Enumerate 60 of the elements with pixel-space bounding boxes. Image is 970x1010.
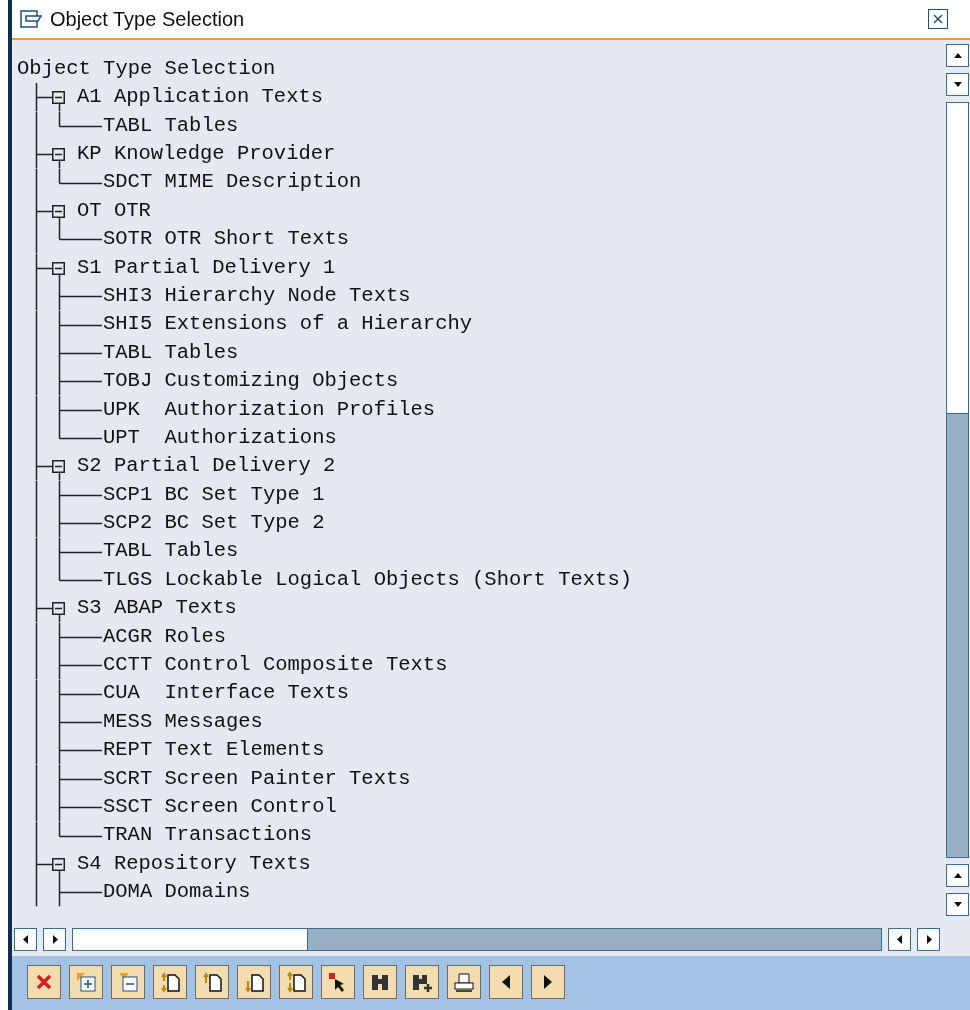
tree-node[interactable]: KP Knowledge Provider [77,139,336,170]
tree-leaf[interactable]: SCP2 BC Set Type 2 [103,508,325,539]
vertical-scrollbar[interactable] [946,102,969,858]
tree-node[interactable]: S3 ABAP Texts [77,593,237,624]
tree-leaf[interactable]: ACGR Roles [103,621,227,653]
scroll-left-button[interactable] [888,927,911,951]
select-button[interactable] [321,965,355,999]
close-icon [932,13,944,25]
collapse-icon[interactable] [52,857,65,871]
scroll-down-button[interactable] [946,893,969,916]
expand-icon [75,971,97,993]
scroll-right-button[interactable] [43,927,66,951]
find-button[interactable] [363,965,397,999]
sort-button[interactable] [153,965,187,999]
cancel-button[interactable] [27,965,61,999]
collapse-button[interactable] [111,965,145,999]
collapse-icon[interactable] [52,148,65,162]
right-arrow-icon [542,973,554,991]
page-arrow-icon [201,971,223,993]
tree-leaf[interactable]: SCRT Screen Painter Texts [103,763,411,795]
left-arrow-icon [500,973,512,991]
scroll-left-button[interactable] [14,927,37,951]
window-title: Object Type Selection [50,7,245,32]
collapse-icon[interactable] [52,602,65,616]
previous-button[interactable] [489,965,523,999]
printer-icon [453,971,475,993]
tree-leaf[interactable]: CCTT Control Composite Texts [103,650,448,681]
tree-leaf[interactable]: TABL Tables [103,110,239,142]
collapse-icon[interactable] [52,261,65,275]
collapse-icon[interactable] [52,91,65,105]
scroll-thumb[interactable] [947,413,968,857]
scroll-thumb[interactable] [307,928,881,950]
page-arrow-icon [243,971,265,993]
page-arrow-icon [159,971,181,993]
tree-leaf[interactable]: REPT Text Elements [103,735,325,766]
collapse-icon [117,971,139,993]
scroll-up-button[interactable] [946,864,969,887]
horizontal-scrollbar[interactable] [72,927,882,951]
find-next-button[interactable] [405,965,439,999]
collapse-icon[interactable] [52,204,65,218]
scroll-down-button[interactable] [946,73,969,96]
collapse-icon[interactable] [52,460,65,474]
tree-leaf[interactable]: SOTR OTR Short Texts [103,224,350,255]
tree-leaf[interactable]: DOMA Domains [103,877,251,908]
window-icon [20,10,42,28]
sort-button[interactable] [195,965,229,999]
sort-button[interactable] [279,965,313,999]
tree-node[interactable]: A1 Application Texts [77,82,324,113]
tree-root[interactable]: Object Type Selection [17,53,276,85]
print-button[interactable] [447,965,481,999]
sort-button[interactable] [237,965,271,999]
scroll-right-button[interactable] [917,927,940,951]
next-button[interactable] [531,965,565,999]
scroll-up-button[interactable] [946,44,969,67]
tree-leaf[interactable]: SSCT Screen Control [103,792,337,823]
tree-leaf[interactable]: TOBJ Customizing Objects [103,366,399,397]
close-button[interactable] [928,9,948,29]
page-arrow-icon [285,971,307,993]
expand-button[interactable] [69,965,103,999]
cancel-icon [35,973,53,991]
